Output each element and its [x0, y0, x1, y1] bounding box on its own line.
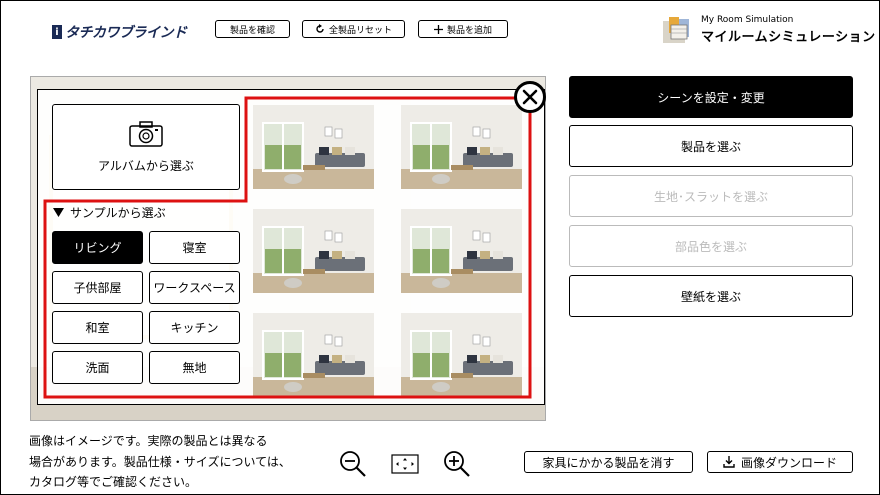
- triangle-down-icon: [53, 208, 64, 217]
- category-kids-room[interactable]: 子供部屋: [52, 271, 143, 304]
- fit-icon: [391, 454, 419, 474]
- add-product-button[interactable]: 製品を追加: [418, 20, 508, 38]
- disclaimer-line: カタログ等でご確認ください。: [29, 475, 198, 489]
- menu-choose-part-color: 部品色を選ぶ: [569, 225, 853, 267]
- sample-section-label: サンプルから選ぶ: [70, 206, 166, 220]
- check-products-label: 製品を確認: [229, 25, 275, 36]
- menu-choose-product[interactable]: 製品を選ぶ: [569, 125, 853, 167]
- menu-label: シーンを設定・変更: [657, 90, 765, 105]
- brand-logo: i タチカワブラインド: [52, 22, 187, 42]
- download-icon: [723, 456, 735, 468]
- scene-thumbnail-living-4[interactable]: [401, 209, 522, 293]
- scene-thumbnail-living-1[interactable]: [253, 105, 374, 189]
- plus-icon: [433, 24, 443, 34]
- category-bedroom[interactable]: 寝室: [149, 231, 240, 264]
- brand-name: タチカワブラインド: [65, 25, 187, 41]
- download-image-button[interactable]: 画像ダウンロード: [707, 451, 853, 473]
- close-panel-button[interactable]: [514, 81, 546, 113]
- category-japanese-room[interactable]: 和室: [52, 311, 143, 344]
- category-plain[interactable]: 無地: [149, 351, 240, 384]
- category-label: 和室: [85, 321, 110, 335]
- category-label: 寝室: [182, 241, 207, 255]
- brand-mark: i: [52, 25, 62, 39]
- menu-label: 生地･スラットを選ぶ: [653, 189, 768, 204]
- category-workspace[interactable]: ワークスペース: [149, 271, 240, 304]
- album-button-label: アルバムから選ぶ: [98, 158, 194, 173]
- zoom-out-button[interactable]: [338, 449, 368, 479]
- disclaimer-note: 画像はイメージです。実際の製品とは異なる 場合があります。製品仕様・サイズについ…: [29, 431, 309, 493]
- zoom-in-button[interactable]: [442, 449, 472, 479]
- app-name: マイルームシミュレーション: [701, 30, 876, 45]
- album-button[interactable]: アルバムから選ぶ: [52, 104, 240, 190]
- menu-choose-fabric: 生地･スラットを選ぶ: [569, 175, 853, 217]
- add-product-label: 製品を追加: [446, 25, 492, 36]
- sample-section-toggle[interactable]: サンプルから選ぶ: [53, 204, 166, 221]
- scene-thumbnail-living-5[interactable]: [253, 313, 374, 397]
- category-living[interactable]: リビング: [52, 231, 143, 264]
- disclaimer-line: 場合があります。製品仕様・サイズについては、: [29, 454, 291, 469]
- category-washroom[interactable]: 洗面: [52, 351, 143, 384]
- category-label: 洗面: [85, 361, 110, 375]
- rotate-icon: [316, 24, 324, 33]
- category-label: ワークスペース: [153, 281, 236, 295]
- remove-furniture-products-label: 家具にかかる製品を消す: [542, 455, 675, 470]
- camera-icon: [129, 120, 163, 147]
- reset-all-label: 全製品リセット: [328, 25, 392, 36]
- scene-thumbnail-living-3[interactable]: [253, 209, 374, 293]
- remove-furniture-products-button[interactable]: 家具にかかる製品を消す: [524, 451, 693, 473]
- check-products-button[interactable]: 製品を確認: [215, 20, 290, 38]
- category-kitchen[interactable]: キッチン: [149, 311, 240, 344]
- app-window: i タチカワブラインド 製品を確認 全製品リセット 製品を追加 My Room …: [0, 0, 880, 495]
- app-title: My Room Simulation マイルームシミュレーション: [661, 15, 876, 45]
- category-label: キッチン: [170, 321, 219, 335]
- disclaimer-line: 画像はイメージです。実際の製品とは異なる: [29, 434, 268, 448]
- menu-label: 部品色を選ぶ: [674, 239, 747, 254]
- menu-label: 製品を選ぶ: [680, 139, 741, 154]
- scene-thumbnail-living-2[interactable]: [401, 105, 522, 189]
- category-label: 子供部屋: [73, 281, 122, 295]
- scene-thumbnail-living-6[interactable]: [401, 313, 522, 397]
- zoom-out-icon: [340, 451, 366, 477]
- menu-label: 壁紙を選ぶ: [680, 289, 741, 304]
- close-icon: [522, 89, 538, 105]
- category-label: 無地: [182, 361, 207, 375]
- app-subtitle: My Room Simulation: [701, 15, 794, 25]
- reset-all-button[interactable]: 全製品リセット: [302, 20, 405, 38]
- category-label: リビング: [73, 241, 122, 255]
- app-logo-icon: [661, 15, 693, 45]
- menu-set-scene[interactable]: シーンを設定・変更: [569, 76, 853, 118]
- menu-choose-wallpaper[interactable]: 壁紙を選ぶ: [569, 275, 853, 317]
- fit-view-button[interactable]: [390, 449, 420, 479]
- download-image-label: 画像ダウンロード: [740, 455, 837, 470]
- zoom-in-icon: [444, 451, 470, 477]
